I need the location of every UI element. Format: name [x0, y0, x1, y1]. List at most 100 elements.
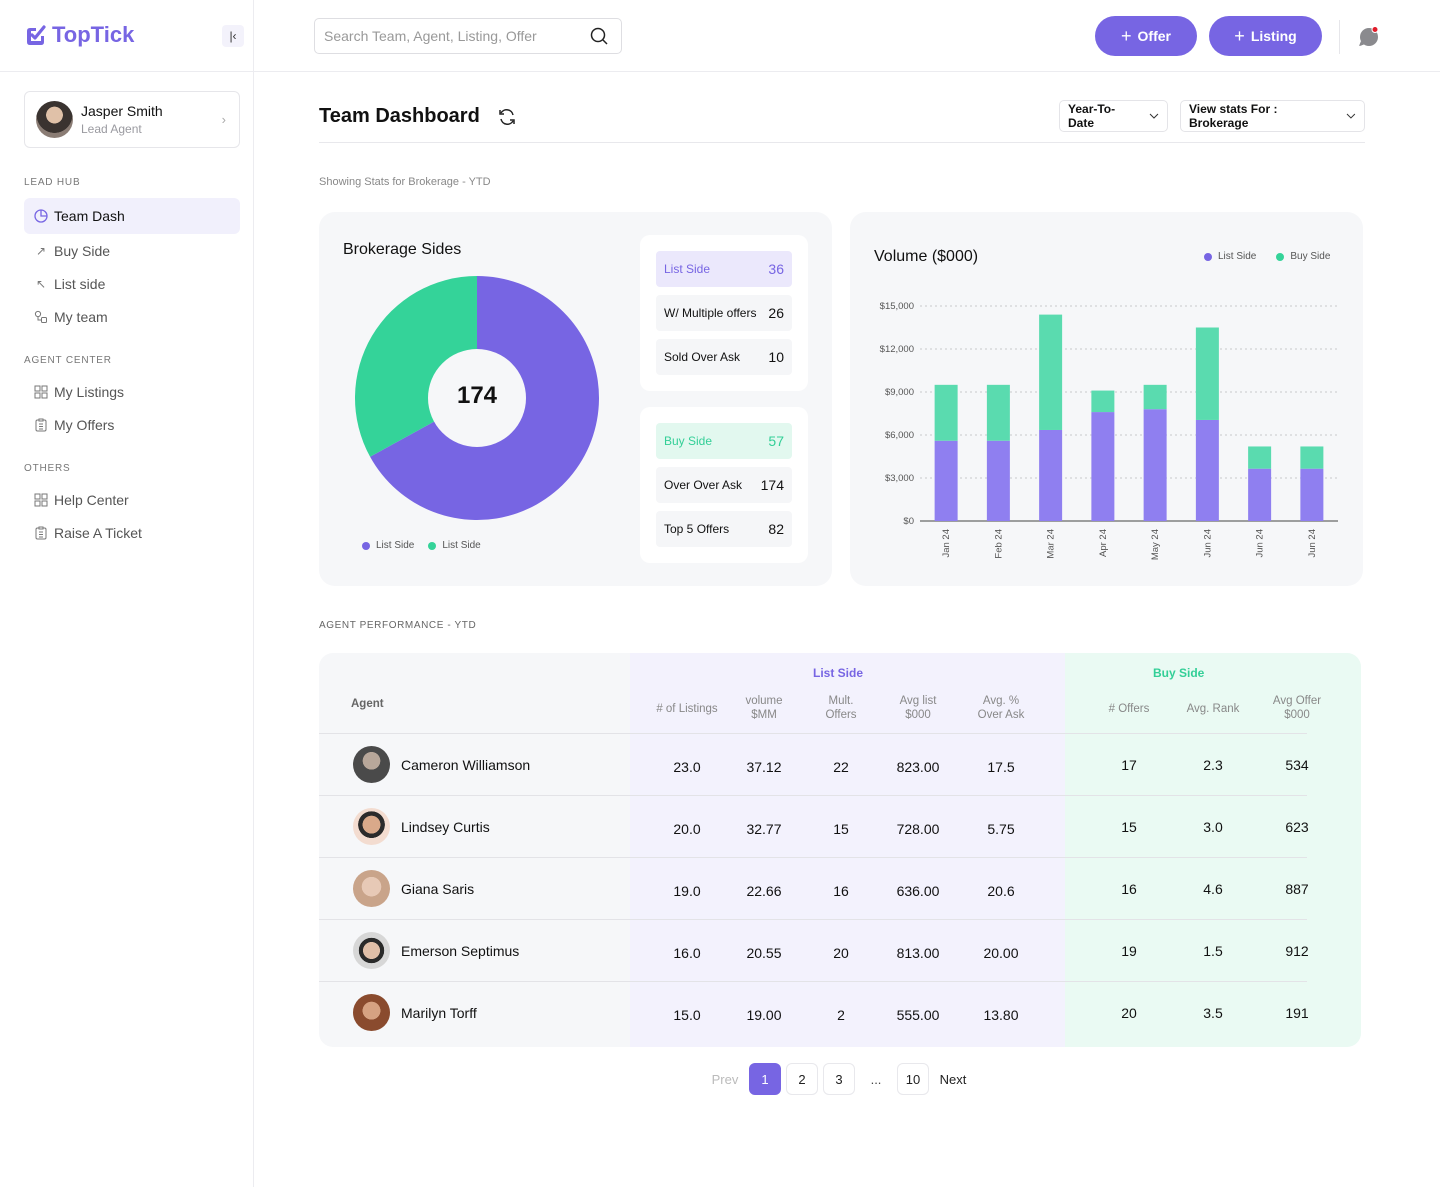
bar-buy-side[interactable] — [934, 384, 958, 441]
list-cell: 823.00 — [896, 759, 940, 775]
x-tick-label: May 24 — [1150, 529, 1161, 560]
stats-for-select[interactable]: View stats For : Brokerage — [1180, 100, 1365, 132]
list-cell: 17.5 — [987, 759, 1015, 775]
table-row[interactable]: Cameron Williamson 23.0 37.12 22 823.00 17.5 1… — [319, 733, 1361, 795]
list-cell: 15.0 — [673, 1007, 701, 1023]
list-cell: 20.6 — [987, 883, 1015, 899]
search-icon[interactable] — [590, 27, 609, 46]
sidebar-item-team-dash[interactable]: Team Dash — [24, 198, 240, 234]
next-page-button[interactable]: Next — [934, 1063, 972, 1095]
profile-card[interactable]: Jasper Smith Lead Agent › — [24, 91, 240, 148]
bar-buy-side[interactable] — [1248, 446, 1272, 469]
stat-multiple-offers[interactable]: W/ Multiple offers 26 — [656, 295, 792, 331]
table-row[interactable]: Lindsey Curtis 20.0 32.77 15 728.00 5.75 15 3.0… — [319, 795, 1361, 857]
section-agent-center: AGENT CENTER — [24, 355, 112, 366]
page-1-button[interactable]: 1 — [749, 1063, 781, 1095]
agent-avatar — [353, 994, 390, 1031]
buy-column-header[interactable]: Avg Offer $000 — [1252, 694, 1342, 722]
sidebar-item-label: My Listings — [54, 384, 125, 400]
agent-name[interactable]: Giana Saris — [401, 881, 474, 897]
sidebar-item-label: Raise A Ticket — [54, 525, 142, 541]
list-cell: 813.00 — [896, 945, 940, 961]
x-tick-label: Jan 24 — [941, 529, 952, 558]
sidebar-item-my-team[interactable]: My team — [24, 299, 240, 335]
bar-list-side[interactable] — [986, 440, 1010, 521]
list-side-group-header: List Side — [813, 666, 864, 680]
table-row[interactable]: Emerson Septimus 16.0 20.55 20 813.00 20.00 19… — [319, 919, 1361, 981]
chevron-right-icon: › — [221, 112, 226, 127]
list-column-header[interactable]: Avg list $000 — [873, 694, 963, 722]
bar-list-side[interactable] — [1300, 468, 1324, 521]
agent-name[interactable]: Marilyn Torff — [401, 1005, 477, 1021]
logo[interactable]: TopTick — [24, 22, 134, 48]
list-cell: 22.66 — [746, 883, 782, 899]
sidebar-item-label: Buy Side — [54, 243, 111, 259]
period-select-value: Year-To-Date — [1068, 102, 1116, 130]
bar-list-side[interactable] — [1143, 409, 1167, 521]
y-tick-label: $15,000 — [880, 301, 914, 312]
bar-buy-side[interactable] — [1039, 314, 1063, 430]
stat-sold-over-ask[interactable]: Sold Over Ask 10 — [656, 339, 792, 375]
bar-list-side[interactable] — [934, 440, 958, 521]
title-divider — [319, 142, 1365, 143]
legend-dot-list — [362, 541, 370, 550]
buy-column-header[interactable]: Avg. Rank — [1168, 702, 1258, 716]
add-listing-label: Listing — [1250, 28, 1297, 44]
agent-name[interactable]: Cameron Williamson — [401, 757, 530, 773]
add-listing-button[interactable]: + Listing — [1209, 16, 1322, 56]
list-cell: 20 — [833, 945, 849, 961]
agent-name[interactable]: Emerson Septimus — [401, 943, 519, 959]
page-3-button[interactable]: 3 — [823, 1063, 855, 1095]
sidebar-item-my-offers[interactable]: My Offers — [24, 407, 240, 443]
stat-value: 57 — [768, 433, 784, 449]
stat-top-5-offers[interactable]: Top 5 Offers 82 — [656, 511, 792, 547]
sidebar-item-buy-side[interactable]: ↗ Buy Side — [24, 233, 240, 269]
stat-list-side[interactable]: List Side 36 — [656, 251, 792, 287]
period-select[interactable]: Year-To-Date — [1059, 100, 1168, 132]
logo-icon — [27, 25, 46, 45]
list-cell: 16.0 — [673, 945, 701, 961]
chat-notification-icon[interactable] — [1358, 26, 1380, 48]
bar-list-side[interactable] — [1248, 468, 1272, 521]
bar-buy-side[interactable] — [986, 384, 1010, 441]
bar-buy-side[interactable] — [1195, 327, 1219, 420]
add-offer-button[interactable]: + Offer — [1095, 16, 1197, 56]
agent-name[interactable]: Lindsey Curtis — [401, 819, 490, 835]
chevron-down-icon — [1346, 113, 1356, 119]
sidebar-item-help-center[interactable]: Help Center — [24, 482, 240, 518]
list-cell: 15 — [833, 821, 849, 837]
sidebar-item-raise-ticket[interactable]: Raise A Ticket — [24, 515, 240, 551]
stat-over-over-ask[interactable]: Over Over Ask 174 — [656, 467, 792, 503]
arrow-up-right-icon: ↗ — [35, 244, 47, 258]
agent-column-header[interactable]: Agent — [351, 697, 384, 711]
sidebar-item-list-side[interactable]: ↖ List side — [24, 266, 240, 302]
sidebar-item-label: My Offers — [54, 417, 115, 433]
table-row[interactable]: Marilyn Torff 15.0 19.00 2 555.00 13.80 20 3.5 1… — [319, 981, 1361, 1043]
buy-cell: 912 — [1285, 943, 1309, 959]
list-cell: 37.12 — [746, 759, 782, 775]
refresh-icon[interactable] — [497, 107, 517, 127]
stat-buy-side[interactable]: Buy Side 57 — [656, 423, 792, 459]
bar-buy-side[interactable] — [1300, 446, 1324, 469]
buy-column-header[interactable]: # Offers — [1084, 702, 1174, 716]
stat-label: List Side — [664, 262, 711, 276]
page-2-button[interactable]: 2 — [786, 1063, 818, 1095]
bar-list-side[interactable] — [1039, 429, 1063, 521]
page-title: Team Dashboard — [319, 105, 480, 127]
page-10-button[interactable]: 10 — [897, 1063, 929, 1095]
bar-list-side[interactable] — [1195, 419, 1219, 521]
bar-buy-side[interactable] — [1091, 390, 1115, 413]
bar-buy-side[interactable] — [1143, 384, 1167, 410]
buy-cell: 3.0 — [1203, 819, 1223, 835]
search-box[interactable] — [314, 18, 622, 54]
search-input[interactable] — [324, 28, 574, 44]
bar-list-side[interactable] — [1091, 412, 1115, 521]
sidebar-item-my-listings[interactable]: My Listings — [24, 374, 240, 410]
prev-page-button[interactable]: Prev — [706, 1063, 744, 1095]
table-row[interactable]: Giana Saris 19.0 22.66 16 636.00 20.6 16 4.6 887 — [319, 857, 1361, 919]
collapse-sidebar-button[interactable]: |‹ — [222, 25, 244, 47]
buy-cell: 4.6 — [1203, 881, 1223, 897]
agent-performance-table: List Side Buy Side Agent # of Listings vo… — [319, 653, 1361, 1047]
list-column-header[interactable]: Avg. % Over Ask — [956, 694, 1046, 722]
team-icon — [34, 310, 48, 324]
